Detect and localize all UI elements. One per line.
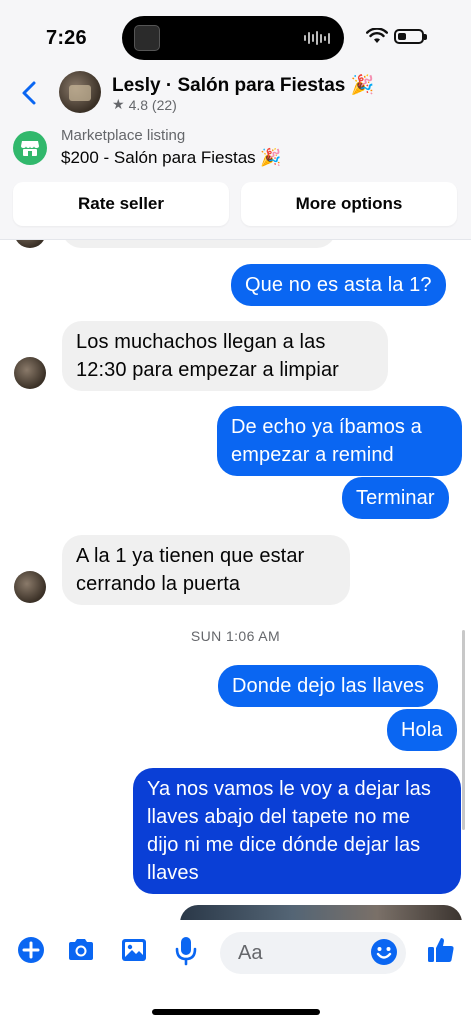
audio-wave-icon <box>304 30 330 46</box>
message-timestamp: SUN 1:06 AM <box>190 628 281 644</box>
avatar[interactable] <box>59 71 101 113</box>
message-composer: Aa <box>0 920 471 1024</box>
home-indicator <box>152 1009 320 1015</box>
message-bubble[interactable]: Hola <box>387 709 457 751</box>
microphone-icon[interactable] <box>174 936 198 966</box>
more-options-button[interactable]: More options <box>241 182 457 226</box>
status-bar: 7:26 <box>0 0 471 72</box>
back-icon[interactable] <box>16 78 44 108</box>
message-bubble[interactable]: A la 1 ya tienen que estar cerrando la p… <box>62 535 350 605</box>
avatar <box>14 571 46 603</box>
message-input-placeholder: Aa <box>238 942 263 964</box>
image-attachment[interactable] <box>180 905 462 920</box>
avatar <box>14 357 46 389</box>
message-bubble[interactable]: De echo ya íbamos a empezar a remind <box>217 406 462 476</box>
thumbs-up-icon[interactable] <box>426 935 456 965</box>
battery-icon <box>394 29 427 44</box>
rating-text: 4.8 (22) <box>128 96 177 113</box>
avatar <box>14 240 46 248</box>
message-bubble[interactable]: Ya nos vamos le voy a dejar las llaves a… <box>133 768 461 894</box>
emoji-icon[interactable] <box>370 938 398 966</box>
wifi-icon <box>366 28 388 43</box>
rate-seller-button[interactable]: Rate seller <box>13 182 229 226</box>
message-bubble[interactable]: Donde dejo las llaves <box>218 665 439 707</box>
listing-label: Marketplace listing <box>61 127 186 144</box>
marketplace-listing[interactable]: Marketplace listing $200 - Salón para Fi… <box>0 118 471 240</box>
marketplace-icon <box>13 131 47 165</box>
seller-rating: ★ 4.8 (22) <box>112 96 177 113</box>
now-playing-thumbnail <box>134 25 160 51</box>
plus-icon[interactable] <box>17 936 45 964</box>
message-bubble[interactable]: Que no es asta la 1? <box>231 264 446 306</box>
status-time: 7:26 <box>46 27 87 49</box>
listing-title[interactable]: $200 - Salón para Fiestas 🎉 <box>61 148 282 168</box>
camera-icon[interactable] <box>66 936 96 964</box>
star-icon: ★ <box>112 96 125 112</box>
message-bubble[interactable]: Los muchachos llegan a las 12:30 para em… <box>62 321 388 391</box>
message-bubble-partial <box>62 240 336 248</box>
image-icon[interactable] <box>120 936 148 964</box>
contact-name[interactable]: Lesly · Salón para Fiestas 🎉 <box>112 73 374 97</box>
dynamic-island <box>122 16 344 60</box>
conversation-header: Lesly · Salón para Fiestas 🎉 ★ 4.8 (22) <box>0 71 471 118</box>
message-thread[interactable]: Que no es asta la 1? Los muchachos llega… <box>0 240 471 920</box>
message-bubble[interactable]: Terminar <box>342 477 449 519</box>
scrollbar[interactable] <box>462 630 465 830</box>
